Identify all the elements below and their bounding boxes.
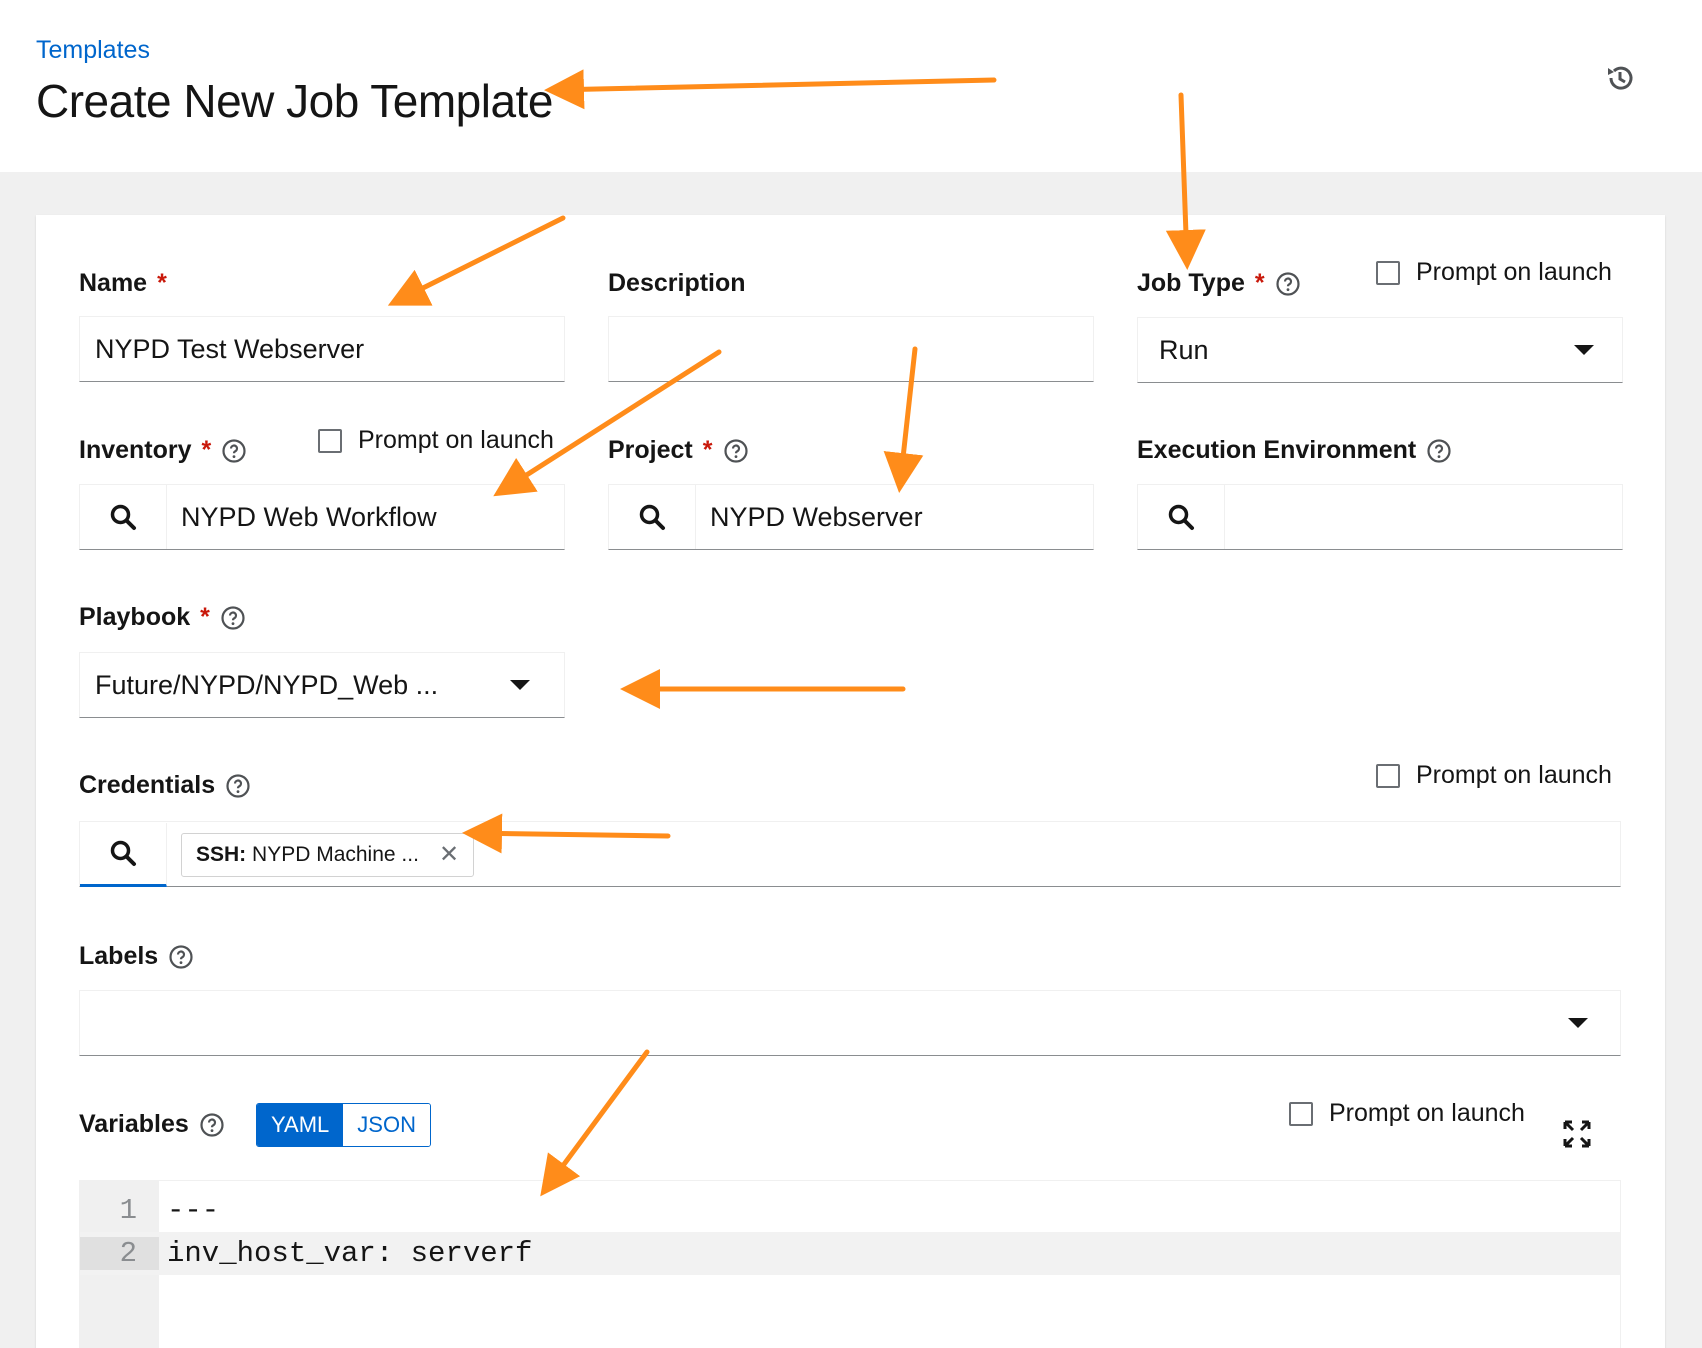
credential-chip: SSH: NYPD Machine ... ✕ (181, 833, 475, 877)
inventory-lookup[interactable]: NYPD Web Workflow (79, 484, 565, 550)
search-button[interactable] (1138, 485, 1225, 549)
name-field[interactable]: NYPD Test Webserver (79, 316, 565, 382)
search-icon (639, 504, 665, 530)
project-lookup[interactable]: NYPD Webserver (608, 484, 1094, 550)
help-circle-icon[interactable] (723, 438, 749, 464)
description-label: Description (608, 269, 746, 297)
line-number: 1 (119, 1194, 137, 1227)
breadcrumb-templates[interactable]: Templates (36, 36, 150, 65)
code-line: 1 --- (80, 1189, 1620, 1232)
job-type-prompt-checkbox[interactable]: Prompt on launch (1376, 258, 1612, 287)
checkbox[interactable] (318, 428, 342, 453)
caret-down-icon (1574, 345, 1594, 355)
credentials-label: Credentials (79, 771, 251, 800)
execution-environment-lookup[interactable] (1137, 484, 1623, 550)
help-circle-icon[interactable] (168, 944, 194, 970)
close-icon[interactable]: ✕ (439, 843, 459, 867)
inventory-value: NYPD Web Workflow (181, 501, 437, 532)
playbook-value: Future/NYPD/NYPD_Web ... (95, 669, 439, 700)
name-label: Name * (79, 269, 167, 297)
job-type-value: Run (1159, 334, 1209, 365)
search-icon (110, 840, 136, 866)
execution-environment-label: Execution Environment (1137, 436, 1452, 465)
caret-down-icon (510, 680, 530, 690)
credentials-prompt-checkbox[interactable]: Prompt on launch (1376, 761, 1612, 790)
name-value: NYPD Test Webserver (95, 333, 365, 364)
variables-label: Variables (79, 1110, 225, 1139)
checkbox[interactable] (1289, 1101, 1313, 1126)
variables-prompt-checkbox[interactable]: Prompt on launch (1289, 1099, 1525, 1128)
checkbox[interactable] (1376, 260, 1400, 285)
inventory-prompt-checkbox[interactable]: Prompt on launch (318, 426, 554, 455)
job-type-label: Job Type * (1137, 269, 1301, 298)
project-value: NYPD Webserver (710, 501, 923, 532)
help-circle-icon[interactable] (220, 605, 246, 631)
help-circle-icon[interactable] (221, 438, 247, 464)
search-button[interactable] (80, 485, 167, 549)
format-toggle: YAML JSON (256, 1103, 431, 1147)
help-circle-icon[interactable] (1426, 438, 1452, 464)
inventory-label: Inventory * (79, 436, 247, 465)
help-circle-icon[interactable] (199, 1112, 225, 1138)
playbook-label: Playbook * (79, 603, 246, 632)
search-icon (110, 504, 136, 530)
description-field[interactable] (608, 316, 1094, 382)
help-circle-icon[interactable] (225, 773, 251, 799)
form-card: Name * NYPD Test Webserver Description Jo… (36, 215, 1665, 1348)
credential-chip-name: NYPD Machine ... (252, 843, 419, 866)
line-code: --- (167, 1194, 220, 1227)
credentials-lookup[interactable]: SSH: NYPD Machine ... ✕ (79, 821, 1621, 887)
json-toggle-button[interactable]: JSON (343, 1104, 430, 1146)
history-icon[interactable] (1604, 62, 1636, 94)
help-circle-icon[interactable] (1275, 271, 1301, 297)
project-label: Project * (608, 436, 749, 465)
page-header: Templates Create New Job Template (0, 0, 1702, 172)
line-code: inv_host_var: serverf (167, 1237, 533, 1270)
checkbox[interactable] (1376, 763, 1400, 788)
variables-code-editor[interactable]: 1 --- 2 inv_host_var: serverf (79, 1180, 1621, 1348)
playbook-select[interactable]: Future/NYPD/NYPD_Web ... (79, 652, 565, 718)
line-number: 2 (80, 1237, 159, 1270)
labels-label: Labels (79, 942, 194, 971)
page-title: Create New Job Template (36, 75, 553, 127)
search-icon (1168, 504, 1194, 530)
expand-icon[interactable] (1562, 1119, 1592, 1149)
code-line-active: 2 inv_host_var: serverf (80, 1232, 1620, 1275)
labels-select[interactable] (79, 990, 1621, 1056)
search-button[interactable] (609, 485, 696, 549)
caret-down-icon (1568, 1018, 1588, 1028)
search-button[interactable] (80, 822, 167, 887)
credential-chip-type: SSH: (196, 843, 247, 866)
job-type-select[interactable]: Run (1137, 317, 1623, 383)
yaml-toggle-button[interactable]: YAML (257, 1104, 344, 1146)
